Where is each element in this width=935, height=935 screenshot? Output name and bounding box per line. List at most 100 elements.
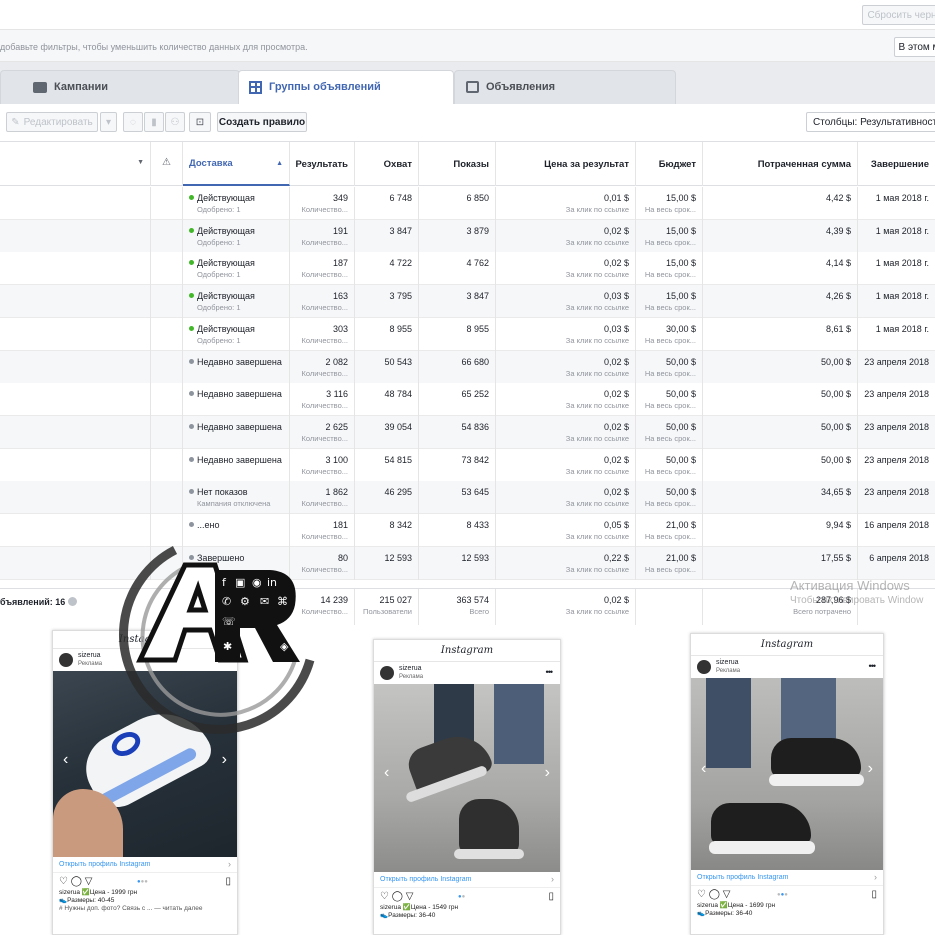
col-cost-per-result[interactable]: Цена за результат xyxy=(496,142,636,186)
svg-text:⌘: ⌘ xyxy=(277,595,288,608)
columns-selector[interactable]: Столбцы: Результативность xyxy=(806,112,935,132)
row-name-cell[interactable] xyxy=(0,448,151,482)
chart-button[interactable]: ⊡ xyxy=(189,112,211,132)
period-selector[interactable]: В этом м xyxy=(894,37,935,57)
svg-text:◈: ◈ xyxy=(280,640,289,653)
share-icon[interactable]: ▽ xyxy=(85,876,93,887)
more-icon[interactable]: ••• xyxy=(869,661,877,671)
row-name-cell[interactable] xyxy=(0,350,151,384)
bookmark-icon[interactable]: ▯ xyxy=(225,876,231,887)
row-name-cell[interactable] xyxy=(0,415,151,449)
tab-ads[interactable]: Объявления xyxy=(466,70,555,104)
col-reach[interactable]: Охват xyxy=(355,142,419,186)
svg-text:▣: ▣ xyxy=(235,576,245,589)
table-row[interactable]: Действующая Одобрено: 1 349 Количество...… xyxy=(0,187,935,220)
sort-arrow-icon: ▼ xyxy=(137,159,144,166)
delivery-status: Действующая Одобрено: 1 xyxy=(183,219,290,253)
table-row[interactable]: Действующая Одобрено: 1 191 Количество...… xyxy=(0,219,935,253)
columns-label: Столбцы: Результативность xyxy=(813,116,935,128)
row-name-cell[interactable] xyxy=(0,383,151,417)
sponsored-label: Реклама xyxy=(716,668,741,674)
cell-end-date: 23 апреля 2018 xyxy=(864,421,929,432)
name-header[interactable]: ▼ xyxy=(0,142,151,186)
carousel-prev-icon[interactable]: ‹ xyxy=(384,764,389,782)
svg-text:☏: ☏ xyxy=(222,615,236,628)
row-name-cell[interactable] xyxy=(0,285,151,319)
table-row[interactable]: Действующая Одобрено: 1 303 Количество...… xyxy=(0,317,935,351)
cell-results: 2 625 Количество... xyxy=(290,415,355,449)
col-impressions[interactable]: Показы xyxy=(419,142,496,186)
cell-cost-per-result: 0,22 $ За клик по ссылке xyxy=(496,546,636,580)
reset-drafts-button[interactable]: Сбросить черн xyxy=(862,5,935,25)
post-actions: ♡ ◯ ▽ ●●● ▯ xyxy=(691,886,883,902)
cell-budget: 21,00 $ На весь срок... xyxy=(636,514,703,547)
more-icon[interactable]: ••• xyxy=(546,667,554,677)
row-name-cell[interactable] xyxy=(0,317,151,351)
delete-button[interactable]: ▮ xyxy=(144,112,164,132)
comment-icon[interactable]: ◯ xyxy=(709,889,720,900)
table-row[interactable]: Недавно завершена 2 082 Количество... 50 … xyxy=(0,350,935,384)
carousel-prev-icon[interactable]: ‹ xyxy=(701,760,706,778)
col-results[interactable]: Результать xyxy=(290,142,355,186)
open-profile-link[interactable]: Открыть профиль Instagram › xyxy=(53,857,237,873)
svg-text:in: in xyxy=(267,576,277,589)
tab-adsets[interactable]: Группы объявлений xyxy=(249,70,381,104)
cell-budget: 50,00 $ На весь срок... xyxy=(636,415,703,449)
svg-text:◉: ◉ xyxy=(252,576,262,589)
cell-results: 187 Количество... xyxy=(290,252,355,286)
cell-results: 3 100 Количество... xyxy=(290,448,355,482)
cell-spent: 50,00 $ xyxy=(703,383,858,417)
share-icon[interactable]: ▽ xyxy=(406,891,414,902)
carousel-next-icon[interactable]: › xyxy=(868,760,873,778)
cta-label: Открыть профиль Instagram xyxy=(380,876,472,883)
chart-icon: ⊡ xyxy=(195,116,205,128)
share-icon[interactable]: ▽ xyxy=(723,889,731,900)
comment-icon[interactable]: ◯ xyxy=(392,891,403,902)
table-row[interactable]: Действующая Одобрено: 1 163 Количество...… xyxy=(0,285,935,319)
heart-icon[interactable]: ♡ xyxy=(380,891,389,902)
caption: sizerua ✅Цена - 1549 грн 👟Размеры: 36-40 xyxy=(380,904,459,919)
table-row[interactable]: Недавно завершена 3 116 Количество... 48 … xyxy=(0,383,935,417)
table-row[interactable]: Действующая Одобрено: 1 187 Количество...… xyxy=(0,252,935,286)
row-name-cell[interactable] xyxy=(0,219,151,253)
cell-cost-per-result: 0,03 $ За клик по ссылке xyxy=(496,285,636,319)
row-warning-cell xyxy=(151,383,183,417)
col-end[interactable]: Завершение xyxy=(858,142,935,186)
carousel-prev-icon[interactable]: ‹ xyxy=(63,751,68,769)
post-actions: ♡ ◯ ▽ ●●● ▯ xyxy=(53,873,237,889)
delivery-status: Действующая Одобрено: 1 xyxy=(183,317,290,351)
ab-test-button[interactable]: ⚇ xyxy=(165,112,185,132)
carousel-next-icon[interactable]: › xyxy=(222,751,227,769)
totals-reach-sub: Пользователи xyxy=(363,607,412,616)
col-delivery[interactable]: Доставка ▲ xyxy=(183,142,290,186)
cell-spent: 4,42 $ xyxy=(703,187,858,220)
cell-cost-per-result: 0,05 $ За клик по ссылке xyxy=(496,514,636,547)
status-dot xyxy=(189,293,194,299)
watermark-line2: Чтобы активировать Window xyxy=(790,595,924,606)
table-row[interactable]: Недавно завершена 3 100 Количество... 54 … xyxy=(0,448,935,482)
heart-icon[interactable]: ♡ xyxy=(697,889,706,900)
edit-dropdown-button[interactable]: ▾ xyxy=(100,112,117,132)
edit-button[interactable]: ✎ Редактировать xyxy=(6,112,98,132)
col-budget[interactable]: Бюджет xyxy=(636,142,703,186)
open-profile-link[interactable]: Открыть профиль Instagram › xyxy=(374,872,560,888)
users-icon: ⚇ xyxy=(170,116,180,128)
row-name-cell[interactable] xyxy=(0,187,151,220)
bookmark-icon[interactable]: ▯ xyxy=(871,889,877,900)
col-spent[interactable]: Потраченная сумма xyxy=(703,142,858,186)
create-rule-button[interactable]: Создать правило xyxy=(217,112,307,132)
row-name-cell[interactable] xyxy=(0,252,151,286)
tab-campaigns[interactable]: Кампании xyxy=(33,70,108,104)
cell-reach: 3 847 xyxy=(355,219,419,253)
comment-icon[interactable]: ◯ xyxy=(71,876,82,887)
table-row[interactable]: Недавно завершена 2 625 Количество... 39 … xyxy=(0,415,935,449)
duplicate-button[interactable]: ◌ xyxy=(123,112,143,132)
cell-budget: 15,00 $ На весь срок... xyxy=(636,285,703,319)
carousel-next-icon[interactable]: › xyxy=(545,764,550,782)
open-profile-link[interactable]: Открыть профиль Instagram › xyxy=(691,870,883,886)
bookmark-icon[interactable]: ▯ xyxy=(548,891,554,902)
heart-icon[interactable]: ♡ xyxy=(59,876,68,887)
cell-cost-per-result: 0,02 $ За клик по ссылке xyxy=(496,219,636,253)
cell-cost-per-result: 0,03 $ За клик по ссылке xyxy=(496,317,636,351)
cell-budget: 50,00 $ На весь срок... xyxy=(636,481,703,515)
